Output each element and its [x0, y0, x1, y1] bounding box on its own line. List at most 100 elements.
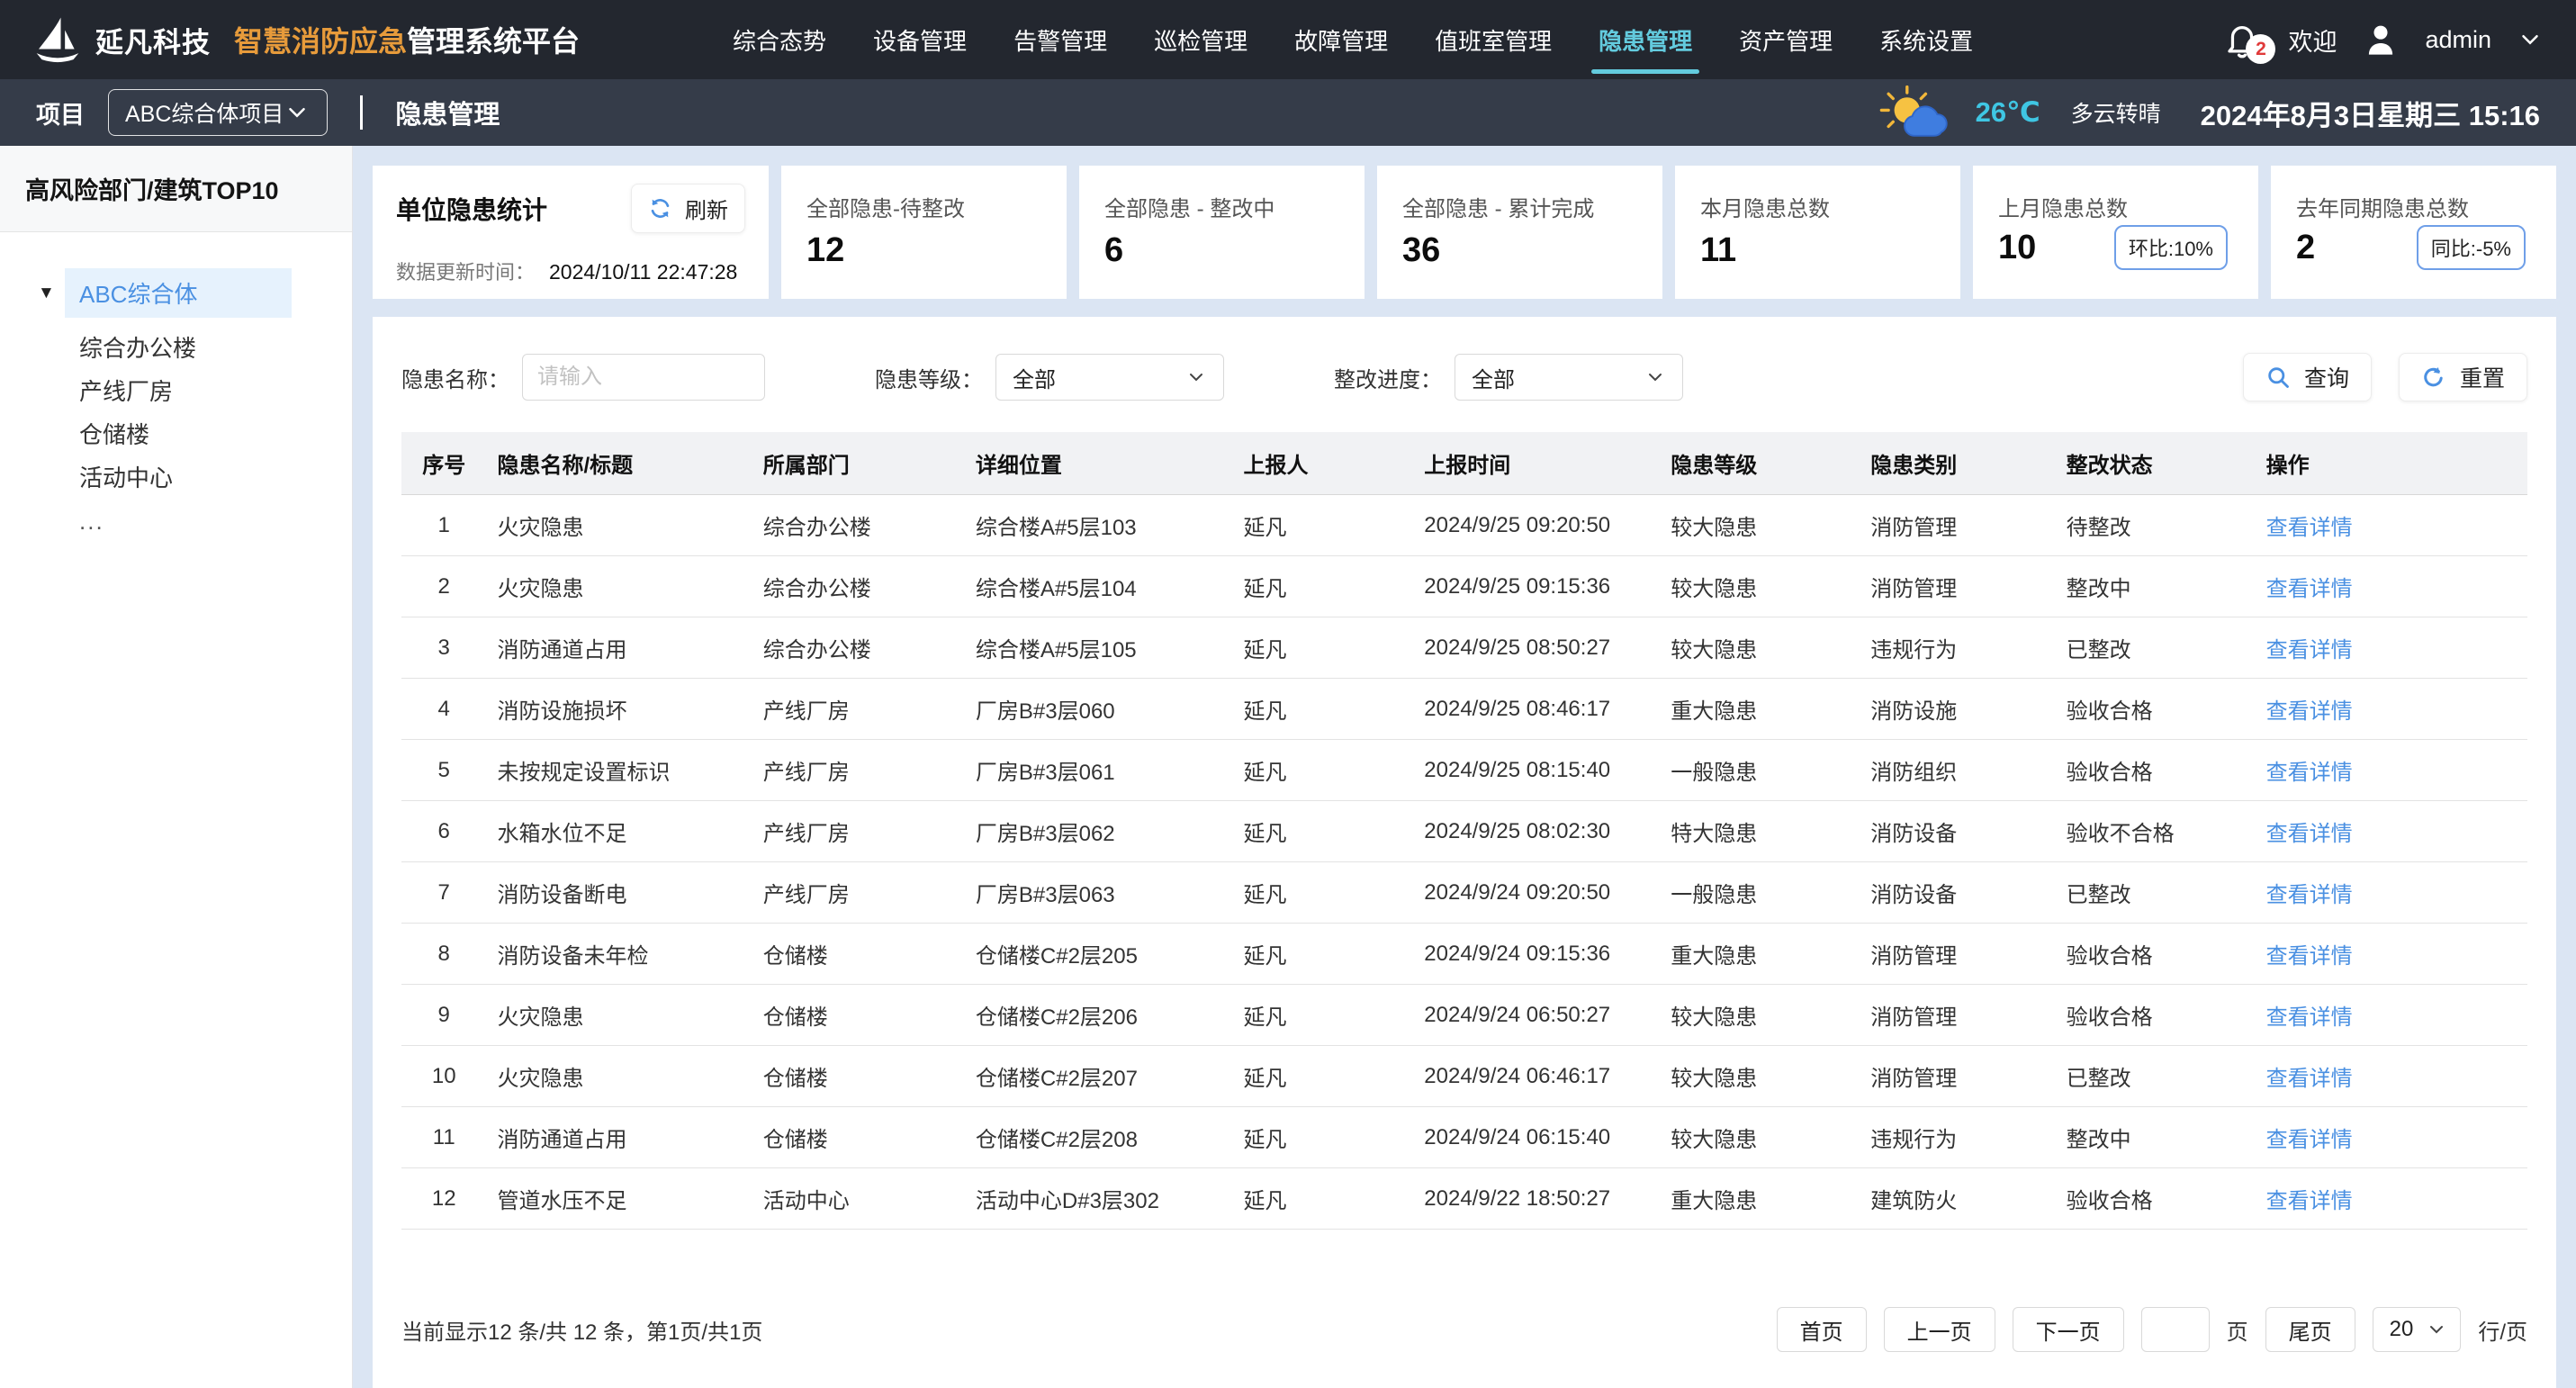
- next-page-button[interactable]: 下一页: [2013, 1307, 2124, 1352]
- cell-title: 火灾隐患: [486, 495, 752, 556]
- refresh-button[interactable]: 刷新: [631, 184, 745, 233]
- cell-level: 重大隐患: [1660, 924, 1860, 985]
- cell-actions: 查看详情: [2256, 924, 2527, 985]
- cell-location: 厂房B#3层063: [965, 862, 1233, 924]
- prev-page-button[interactable]: 上一页: [1884, 1307, 1995, 1352]
- column-header: 所属部门: [752, 432, 965, 495]
- progress-select[interactable]: 全部: [1455, 354, 1683, 401]
- cell-reporter: 延凡: [1233, 495, 1414, 556]
- cell-index: 1: [401, 495, 486, 556]
- caret-down-icon[interactable]: ▼: [38, 284, 65, 303]
- cell-actions: 查看详情: [2256, 1046, 2527, 1107]
- cell-category: 消防设备: [1860, 862, 2055, 924]
- chevron-down-icon: [1644, 366, 1666, 388]
- view-detail-link[interactable]: 查看详情: [2266, 822, 2353, 846]
- view-detail-link[interactable]: 查看详情: [2266, 1189, 2353, 1213]
- view-detail-link[interactable]: 查看详情: [2266, 516, 2353, 540]
- tree-child-item[interactable]: 仓储楼: [79, 423, 352, 447]
- level-select[interactable]: 全部: [995, 354, 1224, 401]
- project-select[interactable]: ABC综合体项目: [108, 89, 328, 136]
- table-row: 6水箱水位不足产线厂房厂房B#3层062延凡2024/9/25 08:02:30…: [401, 801, 2527, 862]
- cell-title: 火灾隐患: [486, 556, 752, 617]
- username[interactable]: admin: [2425, 26, 2491, 54]
- stat-card-label: 本月隐患总数: [1700, 191, 1935, 222]
- tree-child-item[interactable]: 活动中心: [79, 466, 352, 491]
- first-page-button[interactable]: 首页: [1777, 1307, 1867, 1352]
- table-row: 11消防通道占用仓储楼仓储楼C#2层208延凡2024/9/24 06:15:4…: [401, 1107, 2527, 1168]
- notification-bell-icon[interactable]: 2: [2221, 19, 2263, 60]
- cell-report-time: 2024/9/25 08:50:27: [1413, 617, 1660, 679]
- view-detail-link[interactable]: 查看详情: [2266, 1005, 2353, 1030]
- view-detail-link[interactable]: 查看详情: [2266, 638, 2353, 662]
- view-detail-link[interactable]: 查看详情: [2266, 761, 2353, 785]
- nav-item[interactable]: 故障管理: [1294, 2, 1388, 78]
- tree-child-item[interactable]: 产线厂房: [79, 380, 352, 404]
- cell-title: 消防设备断电: [486, 862, 752, 924]
- reset-button[interactable]: 重置: [2399, 353, 2527, 401]
- cell-department: 产线厂房: [752, 679, 965, 740]
- brand: 延凡科技 智慧消防应急 管理系统平台: [32, 14, 580, 65]
- page-size-select[interactable]: 20: [2373, 1307, 2462, 1352]
- last-page-button[interactable]: 尾页: [2265, 1307, 2355, 1352]
- nav-item[interactable]: 值班室管理: [1435, 2, 1552, 78]
- table-row: 8消防设备未年检仓储楼仓储楼C#2层205延凡2024/9/24 09:15:3…: [401, 924, 2527, 985]
- stat-card-value: 36: [1402, 231, 1440, 270]
- page-title: 隐患管理: [395, 94, 500, 131]
- cell-index: 2: [401, 556, 486, 617]
- chevron-down-icon: [2426, 1319, 2447, 1340]
- user-avatar-icon[interactable]: [2362, 21, 2400, 59]
- hazard-table: 序号隐患名称/标题所属部门详细位置上报人上报时间隐患等级隐患类别整改状态操作 1…: [401, 432, 2527, 1230]
- stat-card: 全部隐患 - 累计完成36: [1377, 166, 1662, 299]
- nav-item[interactable]: 巡检管理: [1154, 2, 1247, 78]
- cell-category: 建筑防火: [1860, 1168, 2055, 1230]
- tree-root-item[interactable]: ▼ ABC综合体: [0, 268, 352, 318]
- cell-department: 活动中心: [752, 1168, 965, 1230]
- filter-name-group: 隐患名称：: [401, 354, 765, 401]
- tree-child-item[interactable]: 综合办公楼: [79, 337, 352, 361]
- cell-level: 一般隐患: [1660, 862, 1860, 924]
- cell-department: 仓储楼: [752, 1107, 965, 1168]
- cell-department: 综合办公楼: [752, 556, 965, 617]
- nav-item[interactable]: 告警管理: [1013, 2, 1107, 78]
- page-number-input[interactable]: [2141, 1307, 2210, 1352]
- view-detail-link[interactable]: 查看详情: [2266, 1128, 2353, 1152]
- tree-child-item[interactable]: ...: [79, 509, 352, 534]
- project-bar: 项目 ABC综合体项目 隐患管理 26℃ 多云转晴 2024年8月3日星期三 1…: [0, 79, 2576, 146]
- pagination-summary: 当前显示12 条/共 12 条，第1页/共1页: [401, 1314, 762, 1346]
- cell-location: 综合楼A#5层105: [965, 617, 1233, 679]
- nav-item[interactable]: 综合态势: [733, 2, 826, 78]
- cell-location: 活动中心D#3层302: [965, 1168, 1233, 1230]
- top-nav: 延凡科技 智慧消防应急 管理系统平台 综合态势设备管理告警管理巡检管理故障管理值…: [0, 0, 2576, 79]
- column-header: 上报人: [1233, 432, 1414, 495]
- cell-category: 消防管理: [1860, 924, 2055, 985]
- cell-reporter: 延凡: [1233, 1168, 1414, 1230]
- hazard-table-body: 1火灾隐患综合办公楼综合楼A#5层103延凡2024/9/25 09:20:50…: [401, 495, 2527, 1230]
- user-menu-chevron-icon[interactable]: [2517, 26, 2544, 53]
- reset-icon: [2421, 365, 2446, 390]
- cell-department: 产线厂房: [752, 862, 965, 924]
- cell-report-time: 2024/9/25 08:46:17: [1413, 679, 1660, 740]
- view-detail-link[interactable]: 查看详情: [2266, 699, 2353, 724]
- cell-index: 9: [401, 985, 486, 1046]
- view-detail-link[interactable]: 查看详情: [2266, 577, 2353, 601]
- view-detail-link[interactable]: 查看详情: [2266, 1067, 2353, 1091]
- nav-item[interactable]: 隐患管理: [1599, 2, 1692, 78]
- view-detail-link[interactable]: 查看详情: [2266, 944, 2353, 969]
- view-detail-link[interactable]: 查看详情: [2266, 883, 2353, 907]
- cell-reporter: 延凡: [1233, 556, 1414, 617]
- page-size-value: 20: [2390, 1317, 2414, 1342]
- cell-status: 整改中: [2056, 556, 2256, 617]
- cell-reporter: 延凡: [1233, 1107, 1414, 1168]
- nav-item[interactable]: 系统设置: [1879, 2, 1973, 78]
- pagination: 当前显示12 条/共 12 条，第1页/共1页 首页 上一页 下一页 页 尾页 …: [401, 1284, 2527, 1363]
- cell-location: 仓储楼C#2层208: [965, 1107, 1233, 1168]
- nav-item[interactable]: 资产管理: [1739, 2, 1833, 78]
- reset-label: 重置: [2460, 361, 2505, 393]
- stat-card-badge: 同比:-5%: [2417, 225, 2526, 270]
- nav-item[interactable]: 设备管理: [873, 2, 967, 78]
- cell-location: 厂房B#3层062: [965, 801, 1233, 862]
- search-button[interactable]: 查询: [2243, 353, 2372, 401]
- cell-category: 消防管理: [1860, 985, 2055, 1046]
- hazard-name-input[interactable]: [522, 354, 765, 401]
- cell-category: 违规行为: [1860, 617, 2055, 679]
